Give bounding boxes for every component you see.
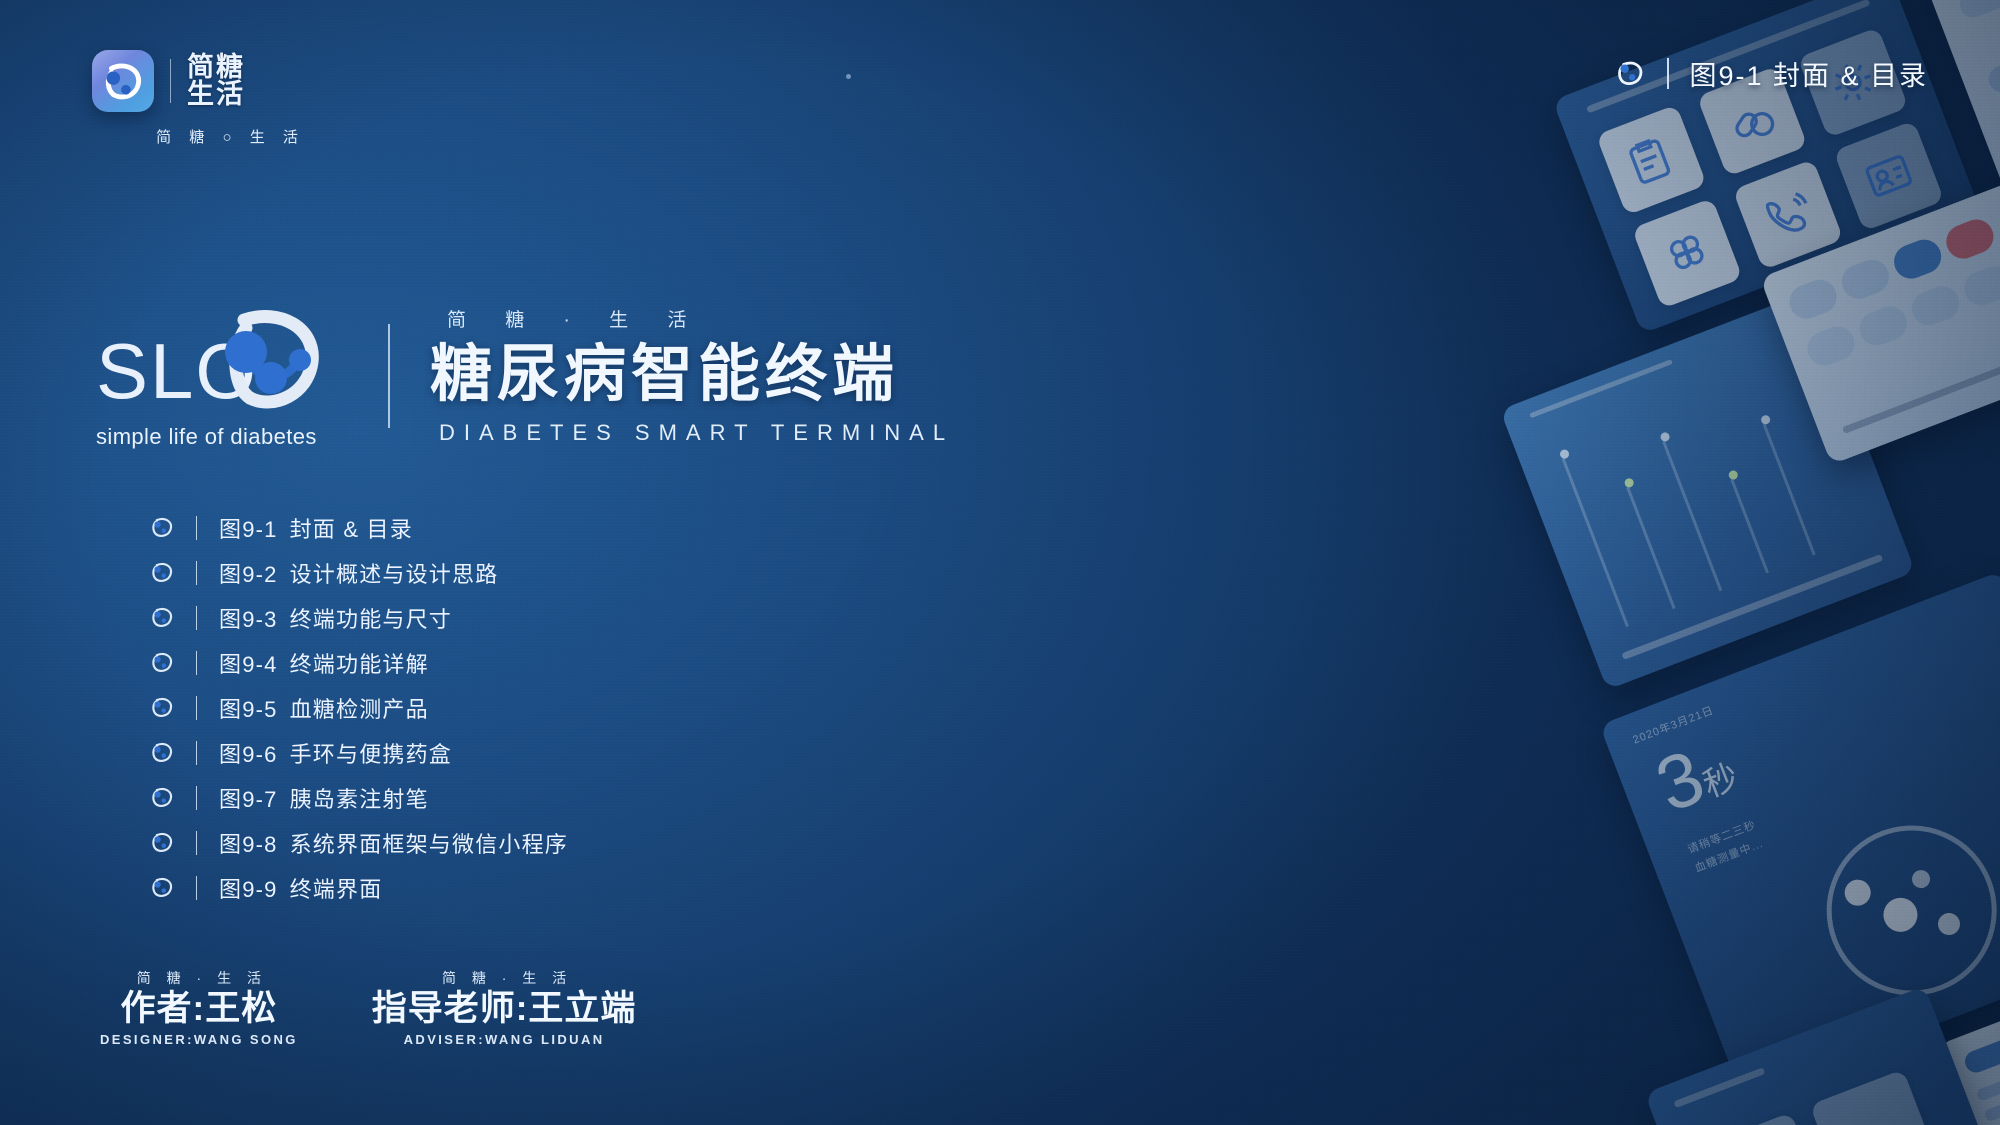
slo-tagline: simple life of diabetes xyxy=(96,423,317,449)
decorative-speck xyxy=(846,74,851,79)
toc-item-code: 图9-7 xyxy=(219,786,278,812)
toc-item-label: 设计概述与设计思路 xyxy=(289,561,499,587)
slide-canvas: 2020年3月21日 3秒 请稍等二三秒 血糖测量中... xyxy=(0,0,2000,1125)
toc-item[interactable]: 图9-5 血糖检测产品 xyxy=(148,685,568,730)
toc-item-code: 图9-6 xyxy=(219,741,278,767)
credits-block: 简 糖 · 生 活 作者:王松 DESIGNER:WANG SONG 简 糖 ·… xyxy=(100,968,636,1047)
brand-lockup: 简糖 生活 简 糖 ○ 生 活 xyxy=(92,50,362,147)
credit-name: 指导老师:王立端 xyxy=(371,989,637,1028)
brand-cjk-line1: 简糖 xyxy=(187,52,245,82)
slo-app-icon xyxy=(92,50,154,112)
page-title: 糖尿病智能终端 xyxy=(430,340,900,409)
toc-divider xyxy=(196,875,197,900)
slo-mark-icon xyxy=(148,604,176,632)
slo-mark-icon xyxy=(148,649,176,677)
table-of-contents: 图9-1 封面 & 目录 图9-2 设计概述与设计思路 图9-3 终端功能与尺寸 xyxy=(148,505,568,910)
brand-cjk-line2: 生活 xyxy=(187,79,245,109)
toc-item[interactable]: 图9-4 终端功能详解 xyxy=(148,640,568,685)
toc-item[interactable]: 图9-1 封面 & 目录 xyxy=(148,505,568,550)
toc-item-label: 终端功能与尺寸 xyxy=(289,606,453,632)
toc-item-code: 图9-2 xyxy=(219,561,278,587)
brand-cjk-name: 简糖 生活 xyxy=(187,54,245,108)
d-swirl-logo-icon xyxy=(225,309,319,409)
toc-item[interactable]: 图9-3 终端功能与尺寸 xyxy=(148,595,568,640)
toc-item-label: 终端界面 xyxy=(289,876,383,902)
hero-kicker: 简 糖 · 生 活 xyxy=(447,310,704,331)
toc-item-code: 图9-9 xyxy=(219,876,278,902)
toc-item-code: 图9-5 xyxy=(219,696,278,722)
toc-divider xyxy=(196,830,197,855)
slo-swirl-glyph xyxy=(105,63,141,100)
hero-divider xyxy=(388,323,390,428)
slo-mark-icon xyxy=(148,829,176,857)
brand-subtitle: 简 糖 ○ 生 活 xyxy=(156,129,305,146)
toc-item-code: 图9-1 xyxy=(219,516,278,542)
toc-divider xyxy=(196,695,197,720)
toc-item-label: 血糖检测产品 xyxy=(289,696,429,722)
toc-divider xyxy=(196,560,197,585)
credit-kicker: 简 糖 · 生 活 xyxy=(441,970,573,986)
credit-name: 作者:王松 xyxy=(120,989,278,1028)
credit-kicker: 简 糖 · 生 活 xyxy=(136,970,267,986)
toc-item[interactable]: 图9-6 手环与便携药盒 xyxy=(148,730,568,775)
toc-divider xyxy=(196,740,197,765)
toc-item-label: 系统界面框架与微信小程序 xyxy=(289,831,569,857)
toc-item-code: 图9-8 xyxy=(219,831,278,857)
toc-item-label: 胰岛素注射笔 xyxy=(289,786,429,812)
toc-item-label: 终端功能详解 xyxy=(289,651,429,677)
brand-divider xyxy=(170,59,171,103)
toc-divider xyxy=(196,785,197,810)
toc-item[interactable]: 图9-2 设计概述与设计思路 xyxy=(148,550,568,595)
slo-mark-icon xyxy=(148,874,176,902)
credit-designer: 简 糖 · 生 活 作者:王松 DESIGNER:WANG SONG xyxy=(100,968,298,1047)
toc-item[interactable]: 图9-7 胰岛素注射笔 xyxy=(148,775,568,820)
slo-mark-icon xyxy=(148,559,176,587)
slo-mark-icon xyxy=(148,739,176,767)
credit-name-english: ADVISER:WANG LIDUAN xyxy=(403,1031,605,1047)
credit-name-english: DESIGNER:WANG SONG xyxy=(100,1031,298,1047)
slo-mark-icon xyxy=(148,784,176,812)
toc-item-label: 手环与便携药盒 xyxy=(289,741,453,767)
badge-divider xyxy=(1667,58,1670,89)
slo-mark-icon xyxy=(1613,57,1647,91)
toc-item-code: 图9-4 xyxy=(219,651,278,677)
slo-mark-icon xyxy=(148,694,176,722)
credit-adviser: 简 糖 · 生 活 指导老师:王立端 ADVISER:WANG LIDUAN xyxy=(372,968,637,1047)
toc-item-label: 封面 & 目录 xyxy=(289,516,413,542)
slo-logo: SLO simple life of diabetes xyxy=(96,309,319,450)
toc-item[interactable]: 图9-8 系统界面框架与微信小程序 xyxy=(148,820,568,865)
page-badge: 图9-1 封面 & 目录 xyxy=(1613,54,1928,93)
hero-block: SLO simple life of diabetes 简 糖 · 生 活 糖尿… xyxy=(96,305,954,450)
toc-divider xyxy=(196,605,197,630)
toc-divider xyxy=(196,650,197,675)
toc-divider xyxy=(196,515,197,540)
toc-item[interactable]: 图9-9 终端界面 xyxy=(148,865,568,910)
page-title-english: DIABETES SMART TERMINAL xyxy=(439,419,955,445)
toc-item-code: 图9-3 xyxy=(219,606,278,632)
page-badge-text: 图9-1 封面 & 目录 xyxy=(1689,61,1928,91)
slo-mark-icon xyxy=(148,514,176,542)
